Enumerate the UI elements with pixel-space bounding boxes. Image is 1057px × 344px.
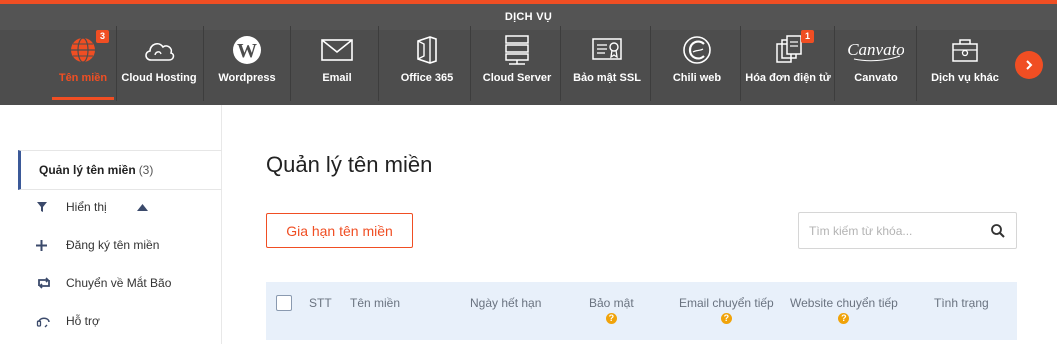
select-all-checkbox[interactable]: [276, 295, 292, 311]
search-input[interactable]: [809, 221, 979, 241]
service-label: Canvato: [854, 72, 898, 84]
office-icon: [409, 34, 445, 66]
service-label: Hóa đơn điện tử: [745, 72, 831, 84]
column-header-label: Website chuyển tiếp: [790, 296, 898, 310]
service-cloud-server[interactable]: Cloud Server: [478, 26, 556, 101]
service-ssl[interactable]: Bảo mật SSL: [568, 26, 646, 101]
divider: [378, 26, 379, 101]
sidebar-item-label: Đăng ký tên miền: [66, 238, 160, 252]
service-other[interactable]: Dịch vụ khác: [924, 26, 1006, 101]
column-header[interactable]: Tên miền: [350, 296, 400, 310]
canvato-logo: Canvato: [846, 34, 906, 66]
column-header-website-forward[interactable]: Website chuyển tiếp ?: [790, 296, 898, 324]
wordpress-icon: W: [229, 34, 265, 66]
search-icon[interactable]: [990, 223, 1006, 239]
column-header[interactable]: STT: [309, 296, 332, 310]
sidebar-item-transfer[interactable]: Chuyển về Mắt Bão: [18, 264, 222, 302]
domain-table-header: STT Tên miền Ngày hết hạn Bảo mật ? Emai…: [266, 282, 1017, 340]
service-canvato[interactable]: Canvato Canvato: [840, 26, 912, 101]
service-cloud-hosting[interactable]: Cloud Hosting: [118, 26, 200, 101]
service-wordpress[interactable]: W Wordpress: [208, 26, 286, 101]
package-icon: [947, 34, 983, 66]
service-label: Wordpress: [218, 72, 276, 84]
transfer-icon: [36, 277, 58, 289]
column-header[interactable]: Ngày hết hạn: [470, 296, 541, 310]
sidebar-item-support[interactable]: Hỗ trợ: [18, 302, 222, 340]
service-label: Cloud Hosting: [121, 72, 197, 84]
service-label: Tên miền: [58, 72, 108, 84]
info-icon[interactable]: ?: [838, 313, 850, 324]
sidebar-item-label: Chuyển về Mắt Bão: [66, 276, 172, 290]
sidebar-item-label: Hiển thị: [66, 200, 107, 214]
support-icon: [36, 314, 58, 328]
chili-icon: [679, 34, 715, 66]
service-office365[interactable]: Office 365: [388, 26, 466, 101]
service-e-invoice[interactable]: 1 Hóa đơn điện tử: [744, 26, 832, 101]
search-box: [798, 212, 1017, 249]
service-label: Chili web: [672, 72, 722, 84]
service-label: Email: [322, 72, 352, 84]
invoice-badge: 1: [801, 30, 814, 43]
invoice-icon: 1: [770, 30, 814, 66]
sidebar-active-count: (3): [138, 163, 154, 177]
cloud-icon: [141, 34, 177, 66]
active-underline: [52, 97, 114, 100]
divider: [560, 26, 561, 101]
caret-up-icon[interactable]: [136, 203, 148, 211]
envelope-icon: [319, 34, 355, 66]
next-services-button[interactable]: [1015, 51, 1043, 79]
service-label: Cloud Server: [482, 72, 552, 84]
filter-icon: [36, 201, 58, 213]
plus-icon: [36, 239, 58, 251]
sidebar-item-display[interactable]: Hiển thị: [18, 188, 222, 226]
info-icon[interactable]: ?: [720, 313, 732, 324]
sidebar-item-domain-management[interactable]: Quản lý tên miền (3): [18, 150, 222, 190]
divider: [116, 26, 117, 101]
server-icon: [499, 34, 535, 66]
divider: [203, 26, 204, 101]
service-label: Dịch vụ khác: [931, 72, 999, 84]
divider: [916, 26, 917, 101]
divider: [834, 26, 835, 101]
divider: [290, 26, 291, 101]
info-icon[interactable]: ?: [605, 313, 617, 324]
service-label: Bảo mật SSL: [573, 72, 641, 84]
renew-domain-button[interactable]: Gia hạn tên miền: [266, 213, 413, 248]
divider: [470, 26, 471, 101]
chevron-right-icon: [1026, 60, 1033, 70]
column-header-security[interactable]: Bảo mật ?: [589, 296, 634, 324]
divider: [650, 26, 651, 101]
sidebar-item-label: Hỗ trợ: [66, 314, 100, 328]
service-email[interactable]: Email: [298, 26, 376, 101]
svg-text:W: W: [237, 40, 257, 62]
service-domain[interactable]: 3 Tên miền: [52, 26, 114, 101]
column-header-label: Bảo mật: [589, 296, 634, 310]
page-title: Quản lý tên miền: [266, 152, 433, 177]
column-header[interactable]: Tình trạng: [934, 296, 989, 310]
sidebar-active-label: Quản lý tên miền: [39, 163, 136, 177]
svg-text:Canvato: Canvato: [848, 40, 904, 59]
certificate-icon: [589, 34, 625, 66]
globe-icon: 3: [65, 30, 109, 66]
service-label: Office 365: [400, 72, 454, 84]
divider: [740, 26, 741, 101]
sidebar-item-register-domain[interactable]: Đăng ký tên miền: [18, 226, 222, 264]
service-chili-web[interactable]: Chili web: [658, 26, 736, 101]
column-header-email-forward[interactable]: Email chuyển tiếp ?: [679, 296, 774, 324]
domain-badge: 3: [96, 30, 109, 43]
column-header-label: Email chuyển tiếp: [679, 296, 774, 310]
